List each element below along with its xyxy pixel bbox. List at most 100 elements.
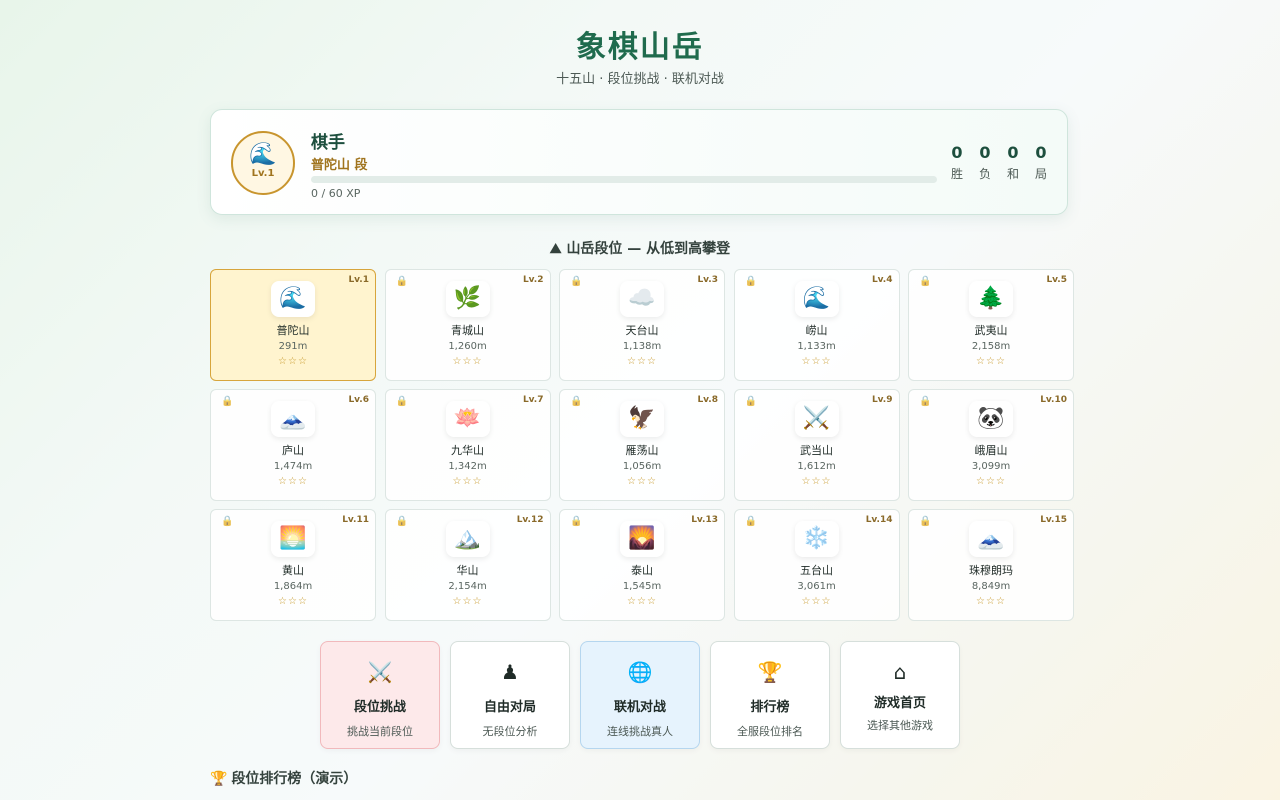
home-icon: ⌂ — [893, 660, 907, 684]
mountain-card[interactable]: Lv.6 🔒 🗻 庐山 1,474m ☆☆☆ — [210, 389, 376, 501]
lock-icon: 🔒 — [744, 516, 757, 527]
player-rank: 普陀山 段 — [311, 158, 368, 173]
mountain-name: 黄山 — [282, 564, 304, 577]
mountain-emblem-icon: 🏔️ — [445, 521, 490, 557]
mountain-stars: ☆☆☆ — [278, 356, 308, 367]
mountain-level: Lv.10 — [1040, 395, 1067, 405]
page-subtitle: 十五山 · 段位挑战 · 联机对战 — [556, 72, 724, 87]
action-label: 联机对战 — [613, 700, 666, 715]
mountain-emblem-icon: 🌊 — [271, 281, 315, 317]
mountain-stars: ☆☆☆ — [801, 596, 832, 607]
avatar-level: Lv.1 — [251, 168, 275, 179]
mountain-level: Lv.1 — [348, 275, 369, 285]
leaderboard-button[interactable]: 🏆 排行榜 全服段位排名 — [710, 641, 830, 749]
mountain-stars: ☆☆☆ — [801, 476, 832, 487]
action-desc: 连线挑战真人 — [607, 725, 673, 738]
mountain-card[interactable]: Lv.12 🔒 🏔️ 华山 2,154m ☆☆☆ — [384, 509, 551, 621]
leaderboard-label: 段位排行榜（演示） — [231, 771, 358, 787]
mountain-section-title: ⛰ 山岳段位 — 从低到高攀登 — [0, 238, 1280, 258]
mountain-emblem-icon: ❄️ — [794, 521, 839, 557]
mountain-stars: ☆☆☆ — [278, 596, 308, 607]
mountain-card[interactable]: Lv.10 🔒 🐼 峨眉山 3,099m ☆☆☆ — [908, 389, 1074, 501]
mountain-card[interactable]: Lv.4 🔒 🌊 崂山 1,133m ☆☆☆ — [733, 269, 900, 381]
mountain-card[interactable]: Lv.7 🔒 🪷 九华山 1,342m ☆☆☆ — [384, 389, 551, 501]
game-home-button[interactable]: ⌂ 游戏首页 选择其他游戏 — [840, 641, 960, 749]
mountain-card[interactable]: Lv.8 🔒 🦅 雁荡山 1,056m ☆☆☆ — [559, 389, 725, 501]
mountain-emblem-icon: 🦅 — [620, 401, 664, 437]
mountain-emblem-icon: 🗻 — [969, 521, 1013, 557]
mountain-name: 峨眉山 — [974, 444, 1008, 457]
mountain-stars: ☆☆☆ — [278, 476, 308, 487]
action-label: 段位挑战 — [353, 700, 406, 715]
trophy-icon: 🏆 — [210, 771, 228, 787]
mountain-emblem-icon: 🌅 — [271, 521, 315, 557]
lock-icon: 🔒 — [395, 396, 408, 407]
lock-icon: 🔒 — [221, 516, 234, 527]
mountain-altitude: 2,154m — [448, 581, 487, 592]
wave-icon: 🌊 — [249, 142, 277, 167]
stat-value: 0 — [1035, 143, 1047, 162]
mountain-altitude: 1,133m — [797, 341, 836, 352]
stat-value: 0 — [1007, 143, 1019, 162]
mountain-level: Lv.7 — [522, 395, 544, 405]
lock-icon: 🔒 — [744, 396, 757, 407]
action-desc: 无段位分析 — [482, 725, 538, 738]
mountain-name: 泰山 — [631, 564, 653, 577]
mountain-altitude: 1,138m — [622, 341, 662, 352]
mountain-altitude: 3,061m — [797, 581, 836, 592]
stat-value: 0 — [979, 143, 991, 162]
mountain-card[interactable]: Lv.9 🔒 ⚔️ 武当山 1,612m ☆☆☆ — [733, 389, 900, 501]
mountain-stars: ☆☆☆ — [627, 476, 657, 487]
mountain-stars: ☆☆☆ — [976, 356, 1006, 367]
mountain-name: 青城山 — [451, 324, 484, 337]
mountain-altitude: 1,056m — [622, 461, 662, 472]
mountain-name: 庐山 — [282, 444, 304, 457]
free-play-button[interactable]: ♟ 自由对局 无段位分析 — [450, 641, 570, 749]
mountain-altitude: 3,099m — [971, 461, 1011, 472]
mountain-card[interactable]: Lv.13 🔒 🌄 泰山 1,545m ☆☆☆ — [559, 509, 725, 621]
lock-icon: 🔒 — [570, 396, 583, 407]
mountain-level: Lv.3 — [697, 275, 718, 285]
action-label: 自由对局 — [483, 700, 536, 715]
page-title: 象棋山岳 — [576, 30, 704, 65]
action-label: 排行榜 — [750, 700, 790, 715]
mountain-card[interactable]: Lv.14 🔒 ❄️ 五台山 3,061m ☆☆☆ — [733, 509, 900, 621]
stat-wins: 0 胜 — [949, 144, 965, 182]
mountain-name: 五台山 — [800, 564, 833, 577]
mountain-emblem-icon: 🌄 — [620, 521, 664, 557]
stat-games: 0 局 — [1033, 144, 1049, 182]
mountain-level: Lv.12 — [516, 515, 544, 525]
mountain-grid: Lv.1 🌊 普陀山 291m ☆☆☆ Lv.2 🔒 🌿 青城山 1,260m ☆☆☆ Lv.3 🔒 ☁️… — [210, 269, 1074, 621]
mountain-emblem-icon: 🗻 — [271, 401, 315, 437]
action-label: 游戏首页 — [873, 696, 926, 711]
mountain-card[interactable]: Lv.15 🔒 🗻 珠穆朗玛 8,849m ☆☆☆ — [908, 509, 1074, 621]
mountain-altitude: 1,864m — [273, 581, 313, 592]
mountain-stars: ☆☆☆ — [452, 596, 483, 607]
mountain-name: 武夷山 — [974, 324, 1008, 337]
mountain-altitude: 2,158m — [971, 341, 1011, 352]
online-battle-button[interactable]: 🌐 联机对战 连线挑战真人 — [580, 641, 700, 749]
mountain-card[interactable]: Lv.11 🔒 🌅 黄山 1,864m ☆☆☆ — [210, 509, 376, 621]
xp-progress-bar — [311, 176, 937, 183]
mountain-name: 珠穆朗玛 — [969, 564, 1013, 577]
trophy-icon: 🏆 — [757, 660, 783, 684]
mountain-altitude: 1,260m — [448, 341, 487, 352]
player-profile-card: 🌊 Lv.1 棋手 普陀山 段 0 / 60 XP 0 胜 0 负 0 和 0 … — [210, 109, 1068, 215]
avatar: 🌊 Lv.1 — [231, 131, 295, 195]
mountain-card[interactable]: Lv.3 🔒 ☁️ 天台山 1,138m ☆☆☆ — [559, 269, 725, 381]
mountain-card[interactable]: Lv.1 🌊 普陀山 291m ☆☆☆ — [210, 269, 376, 381]
mountain-icon: ⛰ — [549, 241, 562, 257]
mountain-card[interactable]: Lv.5 🔒 🌲 武夷山 2,158m ☆☆☆ — [908, 269, 1074, 381]
mountain-emblem-icon: 🐼 — [969, 401, 1013, 437]
stat-label: 胜 — [950, 167, 963, 181]
mountain-section-label: 山岳段位 — 从低到高攀登 — [566, 241, 731, 257]
mountain-level: Lv.8 — [697, 395, 718, 405]
globe-icon: 🌐 — [627, 660, 653, 684]
lock-icon: 🔒 — [919, 396, 932, 407]
stat-draws: 0 和 — [1005, 144, 1021, 182]
mountain-emblem-icon: ☁️ — [620, 281, 664, 317]
rank-challenge-button[interactable]: ⚔️ 段位挑战 挑战当前段位 — [320, 641, 440, 749]
mountain-name: 崂山 — [805, 324, 828, 337]
xp-text: 0 / 60 XP — [311, 187, 361, 200]
mountain-card[interactable]: Lv.2 🔒 🌿 青城山 1,260m ☆☆☆ — [384, 269, 551, 381]
